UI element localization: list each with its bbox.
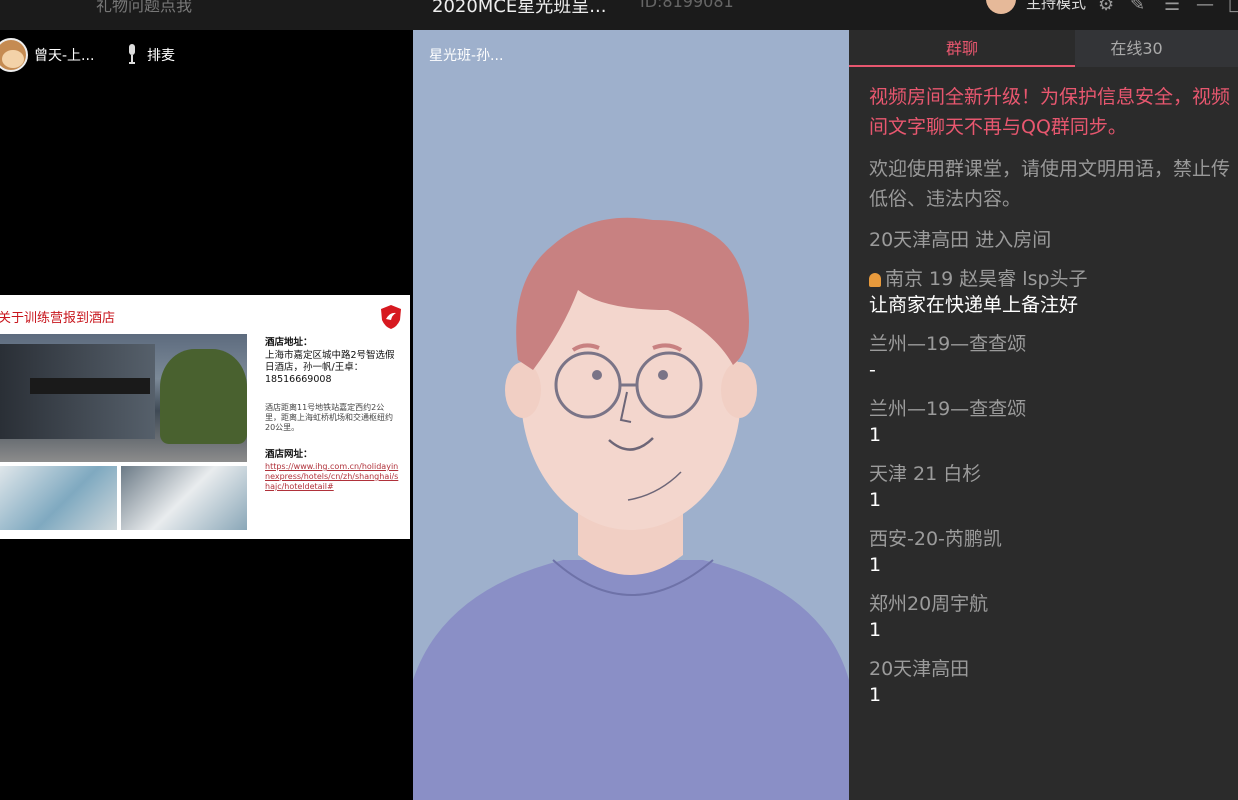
message-text: 让商家在快递单上备注好 [869,294,1079,316]
list-item: 20天津高田 1 [869,656,1238,708]
title-bar: 礼物问题点我 2020MCE星光班呈... ID:8199081 主持模式 ⚙ … [0,0,1238,30]
message-sender: 郑州20周宇航 [869,593,989,615]
system-notice-line: 间文字聊天不再与QQ群同步。 [869,116,1127,138]
welcome-message-line: 低俗、违法内容。 [869,188,1022,210]
message-sender: 天津 21 白杉 [869,463,982,485]
host-mode-label[interactable]: 主持模式 [1026,0,1086,13]
list-item: 兰州—19—查查颂 1 [869,396,1238,448]
host-avatar[interactable] [986,0,1016,14]
tab-online[interactable]: 在线30 [1075,30,1238,67]
microphone-icon[interactable] [126,44,138,64]
hotel-url-link[interactable]: https://www.ihg.com.cn/holidayinnexpress… [265,462,400,492]
address-label: 酒店地址： [265,337,313,348]
message-sender: 兰州—19—查查颂 [869,333,1027,355]
message-text: 1 [869,554,882,576]
tab-group-chat[interactable]: 群聊 [849,30,1075,67]
admin-badge-icon [869,272,881,287]
gift-help-link[interactable]: 礼物问题点我 [96,0,192,16]
message-text: 1 [869,424,882,446]
list-item: 天津 21 白杉 1 [869,461,1238,513]
hotel-exterior-image [0,334,247,462]
participant-video-pane: 星光班-孙... [413,30,849,800]
message-text: - [869,359,876,381]
hotel-bathroom-image [0,466,117,530]
distance-text: 酒店距离11号地铁站嘉定西约2公里，距离上海虹桥机场和交通枢纽约20公里。 [265,403,393,432]
maximize-icon[interactable]: □ [1228,0,1238,15]
chat-tabs: 群聊 在线30 [849,30,1238,67]
address-text: 上海市嘉定区城中路2号智选假日酒店，孙一帆/王卓：18516669008 [265,350,395,385]
presenter-name: 曾天-上... [34,48,95,64]
menu-icon[interactable]: ☰ [1164,0,1180,15]
settings-icon[interactable]: ⚙ [1098,0,1114,15]
avatar [0,38,28,72]
default-avatar-illustration [413,217,849,800]
msi-logo-icon [381,305,401,329]
presenter-pane: 曾天-上... 排麦 关于训练营报到酒店 酒店地址： 上海市嘉定区城中路2号智选… [0,30,410,800]
message-sender: 南京 19 赵昊睿 lsp头子 [885,268,1088,290]
slide-title: 关于训练营报到酒店 [0,311,116,326]
room-id: ID:8199081 [640,0,734,11]
message-sender: 20天津高田 [869,658,970,680]
hotel-room-image [121,466,247,530]
chat-message-list[interactable]: 视频房间全新升级！为保护信息安全，视频 间文字聊天不再与QQ群同步。 欢迎使用群… [869,82,1238,708]
message-text: 1 [869,684,882,706]
minimize-icon[interactable]: — [1196,0,1214,15]
list-item: 兰州—19—查查颂 - [869,331,1238,383]
chat-panel: 群聊 在线30 视频房间全新升级！为保护信息安全，视频 间文字聊天不再与QQ群同… [849,30,1238,800]
list-item: 郑州20周宇航 1 [869,591,1238,643]
list-item: 南京 19 赵昊睿 lsp头子 让商家在快递单上备注好 [869,266,1238,318]
message-text: 1 [869,489,882,511]
join-event: 20天津高田 进入房间 [869,229,1052,251]
message-sender: 兰州—19—查查颂 [869,398,1027,420]
url-label: 酒店网址： [265,449,313,460]
welcome-message-line: 欢迎使用群课堂，请使用文明用语，禁止传 [869,158,1231,180]
room-title: 2020MCE星光班呈... [432,0,607,17]
participant-name: 星光班-孙... [429,48,504,64]
shared-slide: 关于训练营报到酒店 酒店地址： 上海市嘉定区城中路2号智选假日酒店，孙一帆/王卓… [0,295,410,539]
list-item: 西安-20-芮鹏凯 1 [869,526,1238,578]
queue-mic-button[interactable]: 排麦 [147,45,175,65]
message-sender: 西安-20-芮鹏凯 [869,528,1002,550]
edit-icon[interactable]: ✎ [1130,0,1145,15]
message-text: 1 [869,619,882,641]
system-notice-line: 视频房间全新升级！为保护信息安全，视频 [869,86,1231,108]
